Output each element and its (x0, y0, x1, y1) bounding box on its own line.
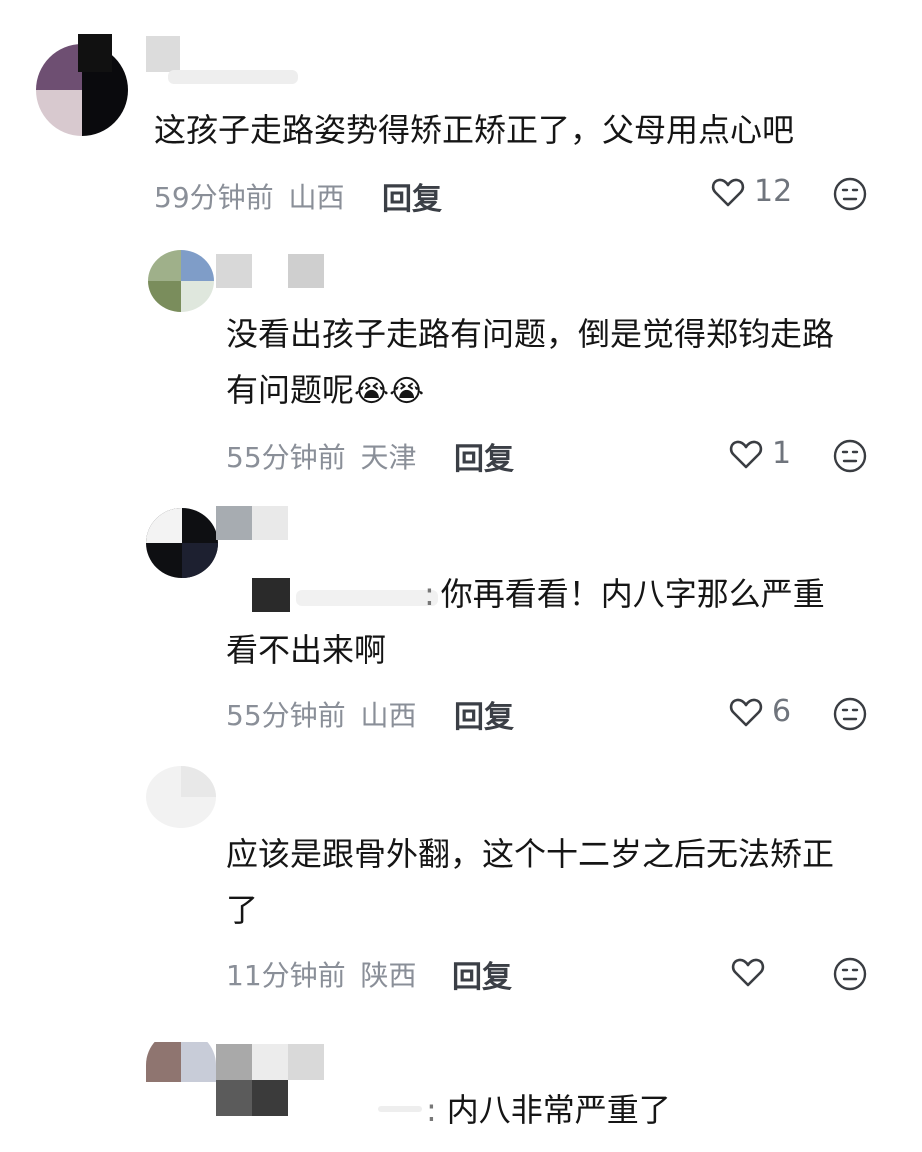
heart-outline-icon (711, 178, 745, 207)
reply-target-blur[interactable] (216, 1080, 252, 1116)
comment-time: 55分钟前 (226, 441, 346, 474)
avatar-blur (181, 250, 214, 281)
username-blur[interactable] (288, 1044, 324, 1080)
dislike-button[interactable] (832, 176, 868, 212)
avatar-blur (181, 281, 214, 312)
avatar[interactable] (146, 766, 216, 828)
avatar-blur (36, 44, 82, 90)
reply-target-blur[interactable] (252, 1080, 288, 1116)
username-blur[interactable] (252, 1044, 288, 1080)
comment-time: 55分钟前 (226, 699, 346, 732)
username-blur[interactable] (216, 1044, 252, 1080)
comment-text-line: 看不出来啊 (226, 631, 387, 669)
comment-meta: 55分钟前 山西 (226, 694, 417, 734)
comment-location: 山西 (288, 181, 345, 214)
comment-text-line: 了 (226, 891, 259, 929)
avatar-blur (181, 1042, 216, 1082)
like-button[interactable] (710, 174, 746, 210)
avatar-blur (182, 543, 218, 578)
comment-text-line: 有问题呢😭😭 (226, 362, 906, 420)
comment-meta: 55分钟前 天津 (226, 436, 417, 476)
comment-text-line: 没看出孩子走路有问题，倒是觉得郑钧走路 (226, 315, 835, 353)
comment-text: : 你再看看！内八字那么严重 看不出来啊 (226, 566, 906, 678)
neutral-face-icon (833, 697, 867, 731)
avatar-blur (146, 508, 182, 543)
avatar-blur (36, 90, 82, 136)
comment-meta: 59分钟前 山西 (154, 176, 345, 216)
like-button[interactable] (730, 954, 766, 990)
username-blur[interactable] (252, 506, 288, 540)
username-blur[interactable] (168, 70, 298, 84)
reply-button[interactable]: 回复 (452, 952, 512, 996)
comment-text: 应该是跟骨外翻，这个十二岁之后无法矫正 了 (226, 826, 906, 938)
comment-text-line: : 你再看看！内八字那么严重 (226, 566, 906, 622)
comment-text: 这孩子走路姿势得矫正矫正了，父母用点心吧 (154, 111, 795, 149)
username-blur[interactable] (288, 254, 324, 288)
reply-button[interactable]: 回复 (382, 174, 442, 218)
like-count: 6 (772, 694, 792, 729)
like-count: 1 (772, 436, 792, 471)
comment-meta: 11分钟前 陕西 (226, 954, 417, 994)
comment-time: 11分钟前 (226, 959, 346, 992)
avatar[interactable] (146, 508, 218, 578)
avatar-blur (181, 766, 216, 797)
comment-text-line: : 内八非常严重了 (426, 1082, 671, 1138)
reply-separator: : (424, 575, 435, 613)
reply-button[interactable]: 回复 (454, 434, 514, 478)
avatar[interactable] (148, 250, 214, 312)
dislike-button[interactable] (832, 438, 868, 474)
neutral-face-icon (833, 957, 867, 991)
crying-emoji: 😭😭 (354, 374, 425, 409)
comment-text-part: 内八非常严重了 (446, 1091, 671, 1129)
like-count: 12 (754, 174, 793, 209)
username-blur[interactable] (216, 506, 252, 540)
comment-text-part: 有问题呢 (226, 371, 355, 409)
comment-text-part: 你再看看！内八字那么严重 (440, 575, 825, 613)
comment-location: 天津 (360, 441, 417, 474)
avatar[interactable] (146, 1030, 216, 1082)
heart-outline-icon (729, 440, 763, 469)
reply-target-blur[interactable] (378, 1106, 422, 1112)
comment-location: 陕西 (360, 959, 417, 992)
heart-outline-icon (729, 698, 763, 727)
heart-outline-icon (731, 958, 765, 987)
comment-text: 没看出孩子走路有问题，倒是觉得郑钧走路 有问题呢😭😭 (226, 306, 906, 420)
neutral-face-icon (833, 177, 867, 211)
comment-text: : 内八非常严重了 (426, 1082, 671, 1138)
like-button[interactable] (728, 694, 764, 730)
dislike-button[interactable] (832, 696, 868, 732)
username-blur[interactable] (216, 254, 252, 288)
avatar-blur (148, 281, 181, 312)
dislike-button[interactable] (832, 956, 868, 992)
username-blur[interactable] (78, 34, 112, 72)
avatar-blur (148, 250, 181, 281)
neutral-face-icon (833, 439, 867, 473)
reply-separator: : (426, 1091, 437, 1129)
avatar-blur (146, 1042, 181, 1082)
username-blur[interactable] (146, 36, 180, 72)
comment-location: 山西 (360, 699, 417, 732)
like-button[interactable] (728, 436, 764, 472)
comment-time: 59分钟前 (154, 181, 274, 214)
comment-text-line: 应该是跟骨外翻，这个十二岁之后无法矫正 (226, 835, 835, 873)
reply-button[interactable]: 回复 (454, 692, 514, 736)
